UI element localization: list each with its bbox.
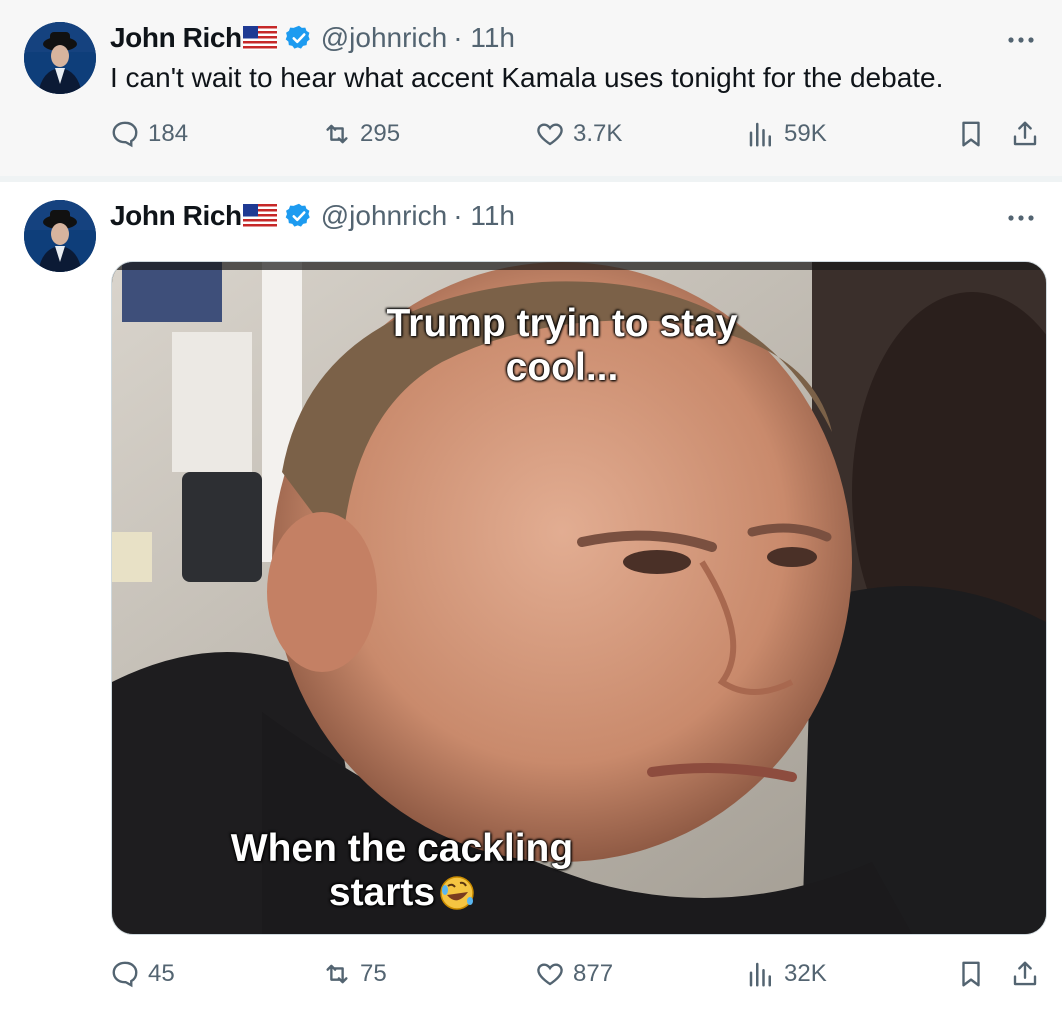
reply-count: 184 xyxy=(148,120,189,147)
like-count: 3.7K xyxy=(573,120,623,147)
views-count: 32K xyxy=(784,960,827,987)
views-icon xyxy=(749,122,771,147)
meme-bottom-text: When the cackling starts xyxy=(230,827,574,914)
repost-button[interactable]: 295 xyxy=(322,114,400,154)
tweet-actions: 184 295 3.7K 59K xyxy=(110,114,1040,154)
verified-badge-icon[interactable] xyxy=(285,24,313,52)
tweet-header: John Rich @johnrich · 11h xyxy=(110,20,515,56)
verified-badge-icon[interactable] xyxy=(285,202,313,230)
bookmark-icon[interactable] xyxy=(956,959,986,989)
avatar[interactable] xyxy=(24,22,96,94)
reply-icon xyxy=(112,121,138,148)
author-handle[interactable]: @johnrich xyxy=(321,22,447,54)
meme-bottom-caption: When the cackling starts xyxy=(192,827,612,915)
like-icon xyxy=(537,963,563,986)
like-button[interactable]: 877 xyxy=(535,954,613,994)
tweet-text: I can't wait to hear what accent Kamala … xyxy=(110,62,944,93)
like-icon xyxy=(537,123,563,146)
tweet-header: John Rich @johnrich · 11h xyxy=(110,198,515,234)
more-icon[interactable] xyxy=(1006,30,1036,50)
us-flag-icon xyxy=(242,204,277,228)
repost-icon xyxy=(326,964,348,984)
avatar-image xyxy=(24,22,96,94)
views-count: 59K xyxy=(784,120,827,147)
views-button[interactable]: 32K xyxy=(746,954,827,994)
views-button[interactable]: 59K xyxy=(746,114,827,154)
author-name[interactable]: John Rich xyxy=(110,200,242,232)
tweet-1[interactable]: John Rich @johnrich · 11h I can't wait t… xyxy=(0,0,1062,176)
reply-icon xyxy=(112,961,138,988)
like-button[interactable]: 3.7K xyxy=(535,114,622,154)
share-icon[interactable] xyxy=(1010,959,1040,989)
tweet-2[interactable]: John Rich @johnrich · 11h Trump tryin to… xyxy=(0,182,1062,1028)
reply-button[interactable]: 45 xyxy=(110,954,175,994)
us-flag-icon xyxy=(242,26,277,50)
avatar-image xyxy=(24,200,96,272)
rolling-laughing-emoji-icon xyxy=(440,876,474,910)
author-handle[interactable]: @johnrich xyxy=(321,200,447,232)
bookmark-icon[interactable] xyxy=(956,119,986,149)
reply-button[interactable]: 184 xyxy=(110,114,188,154)
tweet-time[interactable]: · 11h xyxy=(453,200,515,232)
avatar[interactable] xyxy=(24,200,96,272)
repost-button[interactable]: 75 xyxy=(322,954,387,994)
meme-top-caption: Trump tryin to stay cool... xyxy=(386,302,738,389)
reply-count: 45 xyxy=(148,960,175,987)
share-icon[interactable] xyxy=(1010,119,1040,149)
tweet-time[interactable]: · 11h xyxy=(453,22,515,54)
like-count: 877 xyxy=(573,960,614,987)
tweet-image[interactable]: Trump tryin to stay cool... When the cac… xyxy=(111,261,1047,935)
more-icon[interactable] xyxy=(1006,208,1036,228)
tweet-actions: 45 75 877 32K xyxy=(110,954,1040,994)
views-icon xyxy=(749,962,771,987)
repost-count: 75 xyxy=(360,960,387,987)
repost-count: 295 xyxy=(360,120,401,147)
author-name[interactable]: John Rich xyxy=(110,22,242,54)
repost-icon xyxy=(326,124,348,144)
